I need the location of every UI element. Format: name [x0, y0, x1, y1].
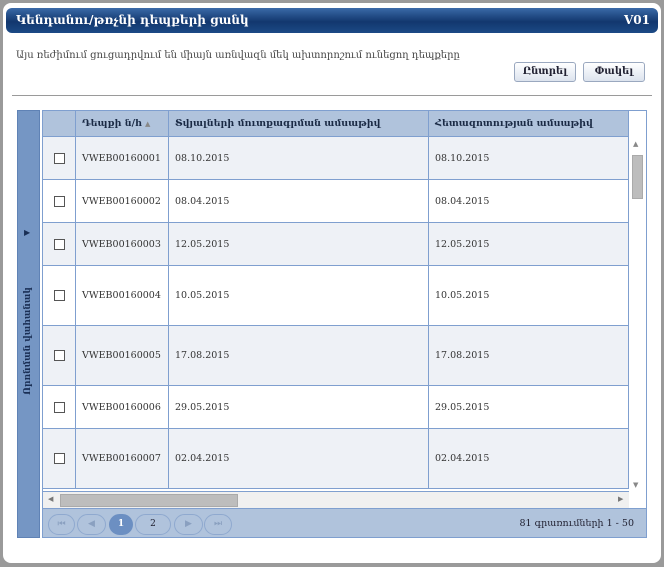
scroll-down-icon[interactable]: ▼ — [633, 481, 638, 489]
entry-date: 02.04.2015 — [169, 429, 429, 488]
case-id: VWEB00160005 — [76, 326, 169, 385]
row-checkbox-cell — [43, 180, 76, 222]
version-label: V01 — [623, 13, 650, 27]
select-button[interactable]: Ընտրել — [514, 62, 576, 82]
row-checkbox-cell — [43, 266, 76, 325]
vertical-scroll-thumb[interactable] — [632, 155, 643, 199]
first-page-button[interactable]: ⏮ — [48, 514, 75, 535]
row-checkbox-cell — [43, 386, 76, 428]
study-date: 02.04.2015 — [429, 429, 629, 488]
last-page-button[interactable]: ⏭ — [204, 514, 232, 535]
entry-date: 17.08.2015 — [169, 326, 429, 385]
horizontal-scroll-thumb[interactable] — [60, 494, 238, 507]
title-bar: Կենդանու/թռչնի դեպքերի ցանկ V01 — [6, 8, 658, 33]
scroll-left-icon[interactable]: ◀ — [48, 495, 53, 503]
row-checkbox[interactable] — [53, 401, 65, 413]
row-checkbox[interactable] — [53, 453, 65, 464]
row-checkbox[interactable] — [53, 238, 65, 250]
table-row[interactable]: VWEB00160004 10.05.2015 10.05.2015 — [43, 266, 629, 326]
entry-date: 29.05.2015 — [169, 386, 429, 428]
row-checkbox-cell — [43, 326, 76, 385]
study-date: 12.05.2015 — [429, 223, 629, 265]
row-checkbox-cell — [43, 223, 76, 265]
row-checkbox-cell — [43, 137, 76, 179]
column-header-entry-date[interactable]: Տվյալների մուտքագրման ամսաթիվ — [169, 111, 429, 136]
entry-date: 12.05.2015 — [169, 223, 429, 265]
records-info: 81 գրառումների 1 - 50 — [519, 518, 634, 529]
case-id: VWEB00160001 — [76, 137, 169, 179]
case-id: VWEB00160002 — [76, 180, 169, 222]
table-row[interactable]: VWEB00160003 12.05.2015 12.05.2015 — [43, 223, 629, 266]
entry-date: 08.10.2015 — [169, 137, 429, 179]
row-checkbox[interactable] — [53, 350, 65, 361]
scroll-up-icon[interactable]: ▲ — [633, 140, 638, 148]
case-id: VWEB00160003 — [76, 223, 169, 265]
entry-date: 10.05.2015 — [169, 266, 429, 325]
table-row[interactable]: VWEB00160006 29.05.2015 29.05.2015 — [43, 386, 629, 429]
divider — [12, 95, 652, 96]
case-id: VWEB00160004 — [76, 266, 169, 325]
row-checkbox[interactable] — [53, 152, 65, 164]
vertical-scrollbar[interactable]: ▲ ▼ — [629, 137, 646, 491]
scroll-right-icon[interactable]: ▶ — [618, 495, 623, 503]
search-panel-label: Որոնման վահանակ — [23, 287, 33, 395]
triangle-right-icon: ▶ — [24, 228, 31, 237]
row-checkbox-cell — [43, 429, 76, 488]
table-row[interactable]: VWEB00160007 02.04.2015 02.04.2015 — [43, 429, 629, 489]
case-id: VWEB00160007 — [76, 429, 169, 488]
study-date: 17.08.2015 — [429, 326, 629, 385]
page-2-button[interactable]: 2 — [135, 514, 171, 535]
study-date: 29.05.2015 — [429, 386, 629, 428]
table-header: Դեպքի ն/h ▲ Տվյալների մուտքագրման ամսաթիվ… — [43, 111, 629, 137]
column-header-study-date[interactable]: Հետազոտության ամսաթիվ — [429, 111, 629, 136]
table-row[interactable]: VWEB00160001 08.10.2015 08.10.2015 — [43, 137, 629, 180]
row-checkbox[interactable] — [53, 195, 65, 207]
study-date: 10.05.2015 — [429, 266, 629, 325]
close-button[interactable]: Փակել — [583, 62, 645, 82]
table-row[interactable]: VWEB00160005 17.08.2015 17.08.2015 — [43, 326, 629, 386]
study-date: 08.04.2015 — [429, 180, 629, 222]
cases-grid: Դեպքի ն/h ▲ Տվյալների մուտքագրման ամսաթիվ… — [42, 110, 647, 538]
prev-page-button[interactable]: ◀ — [77, 514, 106, 535]
page-1-button[interactable]: 1 — [109, 514, 133, 535]
header-checkbox-cell — [43, 111, 76, 136]
next-page-button[interactable]: ▶ — [174, 514, 203, 535]
column-header-id[interactable]: Դեպքի ն/h ▲ — [76, 111, 169, 136]
case-id: VWEB00160006 — [76, 386, 169, 428]
dialog: Կենդանու/թռչնի դեպքերի ցանկ V01 Այս ռեժի… — [3, 3, 661, 563]
study-date: 08.10.2015 — [429, 137, 629, 179]
search-panel-toggle[interactable]: ▶ Որոնման վահանակ — [17, 110, 40, 538]
entry-date: 08.04.2015 — [169, 180, 429, 222]
sort-asc-icon: ▲ — [144, 119, 151, 128]
window-title: Կենդանու/թռչնի դեպքերի ցանկ — [16, 13, 249, 27]
row-checkbox[interactable] — [53, 290, 65, 301]
horizontal-scrollbar[interactable]: ◀ ▶ — [43, 491, 629, 508]
table-row[interactable]: VWEB00160002 08.04.2015 08.04.2015 — [43, 180, 629, 223]
pager: ⏮ ◀ 1 2 ▶ ⏭ 81 գրառումների 1 - 50 — [43, 508, 646, 537]
description-text: Այս ռեժիմում ցուցադրվում են միայն առնվազ… — [16, 50, 460, 61]
